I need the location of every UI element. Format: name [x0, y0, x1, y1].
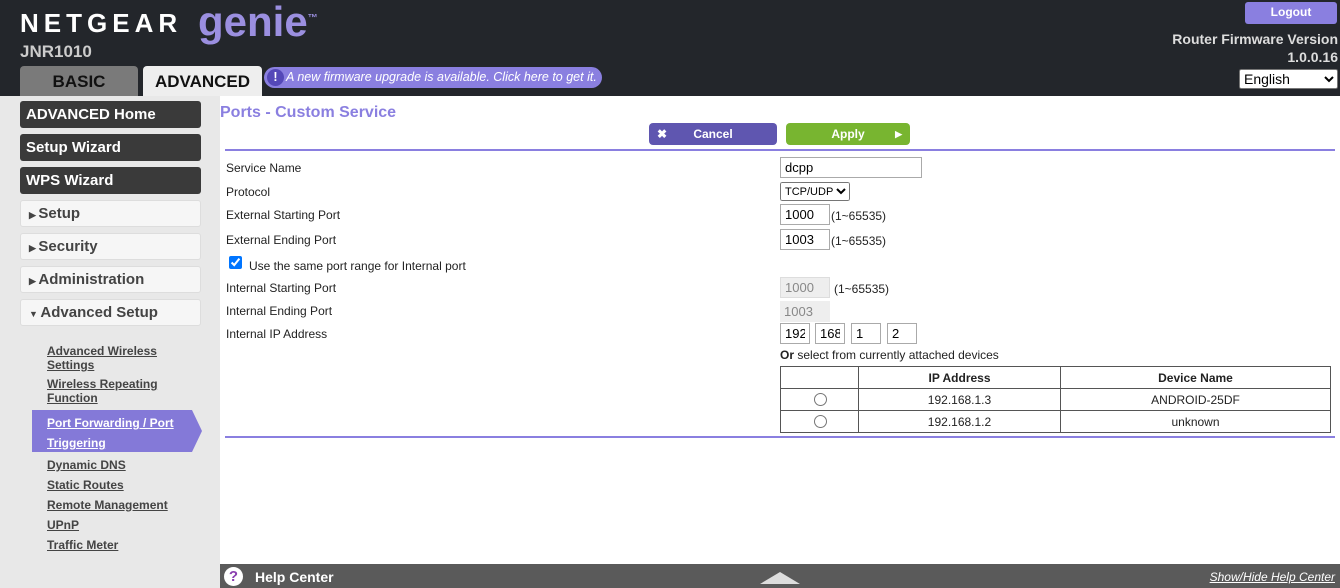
- close-icon: ✖: [657, 127, 668, 141]
- device-name: unknown: [1060, 410, 1331, 433]
- service-name-input[interactable]: [780, 157, 922, 178]
- ip-octet-1[interactable]: [780, 323, 810, 344]
- sidebar-static-routes[interactable]: Static Routes: [47, 478, 197, 492]
- protocol-select[interactable]: TCP/UDP: [780, 182, 850, 201]
- int-end-label: Internal Ending Port: [226, 304, 333, 318]
- ip-octet-3[interactable]: [851, 323, 881, 344]
- sidebar-setup-wizard[interactable]: Setup Wizard: [20, 134, 201, 161]
- int-start-label: Internal Starting Port: [226, 281, 337, 295]
- col-select: [780, 366, 859, 389]
- firmware-version: Router Firmware Version 1.0.0.16: [1172, 31, 1338, 65]
- genie-logo: genie™: [198, 0, 318, 45]
- table-row: 192.168.1.2 unknown: [780, 410, 1331, 433]
- ip-octet-2[interactable]: [815, 323, 845, 344]
- alert-icon: !: [267, 69, 284, 86]
- model-name: JNR1010: [20, 42, 92, 61]
- device-radio[interactable]: [814, 393, 827, 406]
- divider: [225, 149, 1335, 151]
- show-hide-help-link[interactable]: Show/Hide Help Center: [1210, 570, 1335, 584]
- same-range-checkbox[interactable]: [229, 256, 242, 269]
- col-ip: IP Address: [858, 366, 1061, 389]
- sidebar-remote-management[interactable]: Remote Management: [47, 498, 197, 512]
- sidebar-upnp[interactable]: UPnP: [47, 518, 197, 532]
- help-center-bar: ? Help Center Show/Hide Help Center: [220, 564, 1340, 588]
- sidebar-traffic-meter[interactable]: Traffic Meter: [47, 538, 197, 552]
- logout-button[interactable]: Logout: [1245, 2, 1337, 24]
- sidebar-administration[interactable]: ▶ Administration: [20, 266, 201, 293]
- header: NETGEAR genie™ JNR1010 BASIC ADVANCED ! A…: [0, 0, 1340, 96]
- int-start-input[interactable]: [780, 277, 830, 298]
- ip-octet-4[interactable]: [887, 323, 917, 344]
- sidebar-port-forwarding[interactable]: Port Forwarding / Port Triggering: [32, 410, 202, 452]
- int-end-input[interactable]: [780, 301, 830, 322]
- sidebar-wireless-repeating[interactable]: Wireless Repeating Function: [47, 377, 197, 405]
- help-title: Help Center: [255, 569, 334, 585]
- protocol-label: Protocol: [226, 185, 271, 199]
- device-radio[interactable]: [814, 415, 827, 428]
- sidebar-advanced-home[interactable]: ADVANCED Home: [20, 101, 201, 128]
- cancel-button[interactable]: ✖ Cancel: [649, 123, 777, 145]
- sidebar-advanced-setup[interactable]: ▼ Advanced Setup: [20, 299, 201, 326]
- or-select-label: Or select from currently attached device…: [780, 348, 999, 362]
- range-hint: (1~65535): [834, 282, 890, 296]
- apply-button[interactable]: Apply ▶: [786, 123, 910, 145]
- tab-basic[interactable]: BASIC: [20, 66, 138, 96]
- ext-end-input[interactable]: [780, 229, 830, 250]
- firmware-upgrade-notice[interactable]: ! A new firmware upgrade is available. Cl…: [264, 67, 602, 88]
- divider: [225, 436, 1335, 438]
- ext-start-input[interactable]: [780, 204, 830, 225]
- sidebar-setup[interactable]: ▶ Setup: [20, 200, 201, 227]
- language-select[interactable]: English: [1239, 69, 1338, 89]
- table-row: 192.168.1.3 ANDROID-25DF: [780, 388, 1331, 411]
- same-range-label: Use the same port range for Internal por…: [249, 259, 466, 273]
- sidebar-dynamic-dns[interactable]: Dynamic DNS: [47, 458, 197, 472]
- device-name: ANDROID-25DF: [1060, 388, 1331, 411]
- ext-start-label: External Starting Port: [226, 208, 341, 222]
- sidebar-wps-wizard[interactable]: WPS Wizard: [20, 167, 201, 194]
- service-name-label: Service Name: [226, 161, 302, 175]
- netgear-logo: NETGEAR: [20, 8, 183, 38]
- range-hint: (1~65535): [831, 234, 887, 248]
- col-device: Device Name: [1060, 366, 1331, 389]
- device-ip: 192.168.1.3: [858, 388, 1061, 411]
- devices-table: IP Address Device Name 192.168.1.3 ANDROID…: [780, 366, 1331, 433]
- int-ip-label: Internal IP Address: [226, 327, 328, 341]
- sidebar-security[interactable]: ▶ Security: [20, 233, 201, 260]
- sidebar-advanced-wireless[interactable]: Advanced Wireless Settings: [47, 344, 197, 372]
- device-ip: 192.168.1.2: [858, 410, 1061, 433]
- tab-advanced[interactable]: ADVANCED: [143, 66, 262, 96]
- page-title: Ports - Custom Service: [220, 104, 397, 121]
- chevron-up-icon[interactable]: [760, 572, 800, 584]
- range-hint: (1~65535): [831, 209, 887, 223]
- arrow-right-icon: ▶: [895, 129, 902, 139]
- help-icon: ?: [224, 567, 243, 586]
- ext-end-label: External Ending Port: [226, 233, 337, 247]
